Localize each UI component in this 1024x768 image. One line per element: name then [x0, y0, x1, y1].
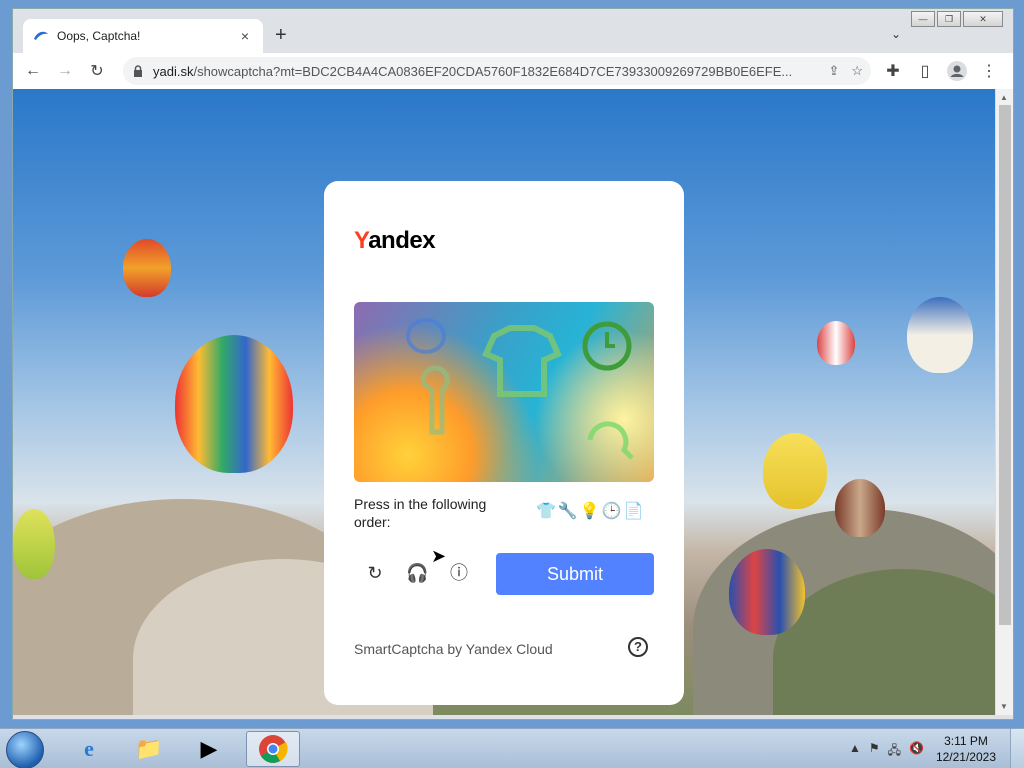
tshirt-icon: 👕 [536, 503, 556, 520]
hot-air-balloon-image [835, 479, 885, 537]
captcha-clock-hands [605, 332, 615, 348]
yandex-logo: Yandex [354, 227, 436, 254]
address-bar[interactable]: yadi.sk/showcaptcha?mt=BDC2CB4A4CA0836EF… [123, 57, 871, 85]
page-content: Yandex Press in the following order: 👕 🔧… [13, 89, 997, 715]
bookmark-star-icon[interactable]: ☆ [851, 63, 863, 79]
show-desktop-button[interactable] [1010, 729, 1024, 768]
hot-air-balloon-image [13, 509, 55, 579]
browser-window: Oops, Captcha! × + ⌄ — ❐ ✕ ← → ↻ yadi.sk… [12, 8, 1014, 720]
browser-toolbar: ← → ↻ yadi.sk/showcaptcha?mt=BDC2CB4A4CA… [13, 53, 1013, 89]
captcha-card: Yandex Press in the following order: 👕 🔧… [324, 181, 684, 705]
captcha-wrench-shape [420, 365, 450, 435]
captcha-actions: ↻ 🎧 ⓘ [364, 562, 470, 584]
url-text: yadi.sk/showcaptcha?mt=BDC2CB4A4CA0836EF… [153, 63, 793, 79]
smartcaptcha-footer: SmartCaptcha by Yandex Cloud [354, 641, 553, 657]
media-player-icon[interactable]: ▶ [182, 731, 236, 767]
title-bar: Oops, Captcha! × + ⌄ — ❐ ✕ [13, 9, 1013, 53]
headphones-audio-icon[interactable]: 🎧 [406, 562, 428, 584]
forward-arrow-icon[interactable]: → [51, 57, 79, 85]
tab-search-chevron-icon[interactable]: ⌄ [891, 27, 901, 41]
side-panel-icon[interactable]: ▯ [911, 57, 939, 85]
scrollbar-thumb[interactable] [999, 105, 1011, 625]
scroll-down-arrow-icon[interactable]: ▼ [1000, 702, 1008, 711]
network-icon[interactable]: 🖧 [888, 741, 901, 762]
captcha-instruction: Press in the following order: [354, 496, 487, 530]
profile-avatar-icon[interactable] [943, 57, 971, 85]
scroll-up-arrow-icon[interactable]: ▲ [1000, 93, 1008, 102]
document-icon: 📄 [623, 503, 644, 520]
yandex-disk-favicon-icon [34, 31, 48, 40]
captcha-tshirt-shape [482, 325, 562, 397]
restore-button[interactable]: ❐ [937, 11, 961, 27]
wrench-icon: 🔧 [557, 503, 578, 520]
volume-muted-icon[interactable]: 🔇 [909, 741, 924, 762]
hot-air-balloon-image [817, 321, 855, 365]
help-question-icon[interactable]: ? [628, 637, 648, 657]
lock-icon [134, 65, 142, 77]
back-arrow-icon[interactable]: ← [19, 57, 47, 85]
chrome-icon[interactable] [246, 731, 300, 767]
tab-close-icon[interactable]: × [237, 28, 253, 44]
menu-kebab-icon[interactable]: ⋮ [975, 57, 1003, 85]
clock-icon: 🕒 [601, 503, 622, 520]
reload-icon[interactable]: ↻ [83, 57, 111, 85]
internet-explorer-icon[interactable]: e [62, 731, 116, 767]
captcha-challenge-image[interactable] [354, 302, 654, 482]
extensions-puzzle-icon[interactable]: ✚ [879, 57, 907, 85]
captcha-lightbulb-shape [587, 421, 634, 460]
hot-air-balloon-image [175, 335, 293, 473]
system-tray: ▲ ⚑ 🖧 🔇 [849, 741, 924, 762]
captcha-shapes [406, 318, 634, 460]
refresh-icon[interactable]: ↻ [364, 562, 386, 584]
file-explorer-icon[interactable]: 📁 [122, 731, 176, 767]
hot-air-balloon-image [763, 433, 827, 509]
close-window-button[interactable]: ✕ [963, 11, 1003, 27]
captcha-lemon-shape [406, 318, 446, 354]
submit-button[interactable]: Submit [496, 553, 654, 595]
minimize-button[interactable]: — [911, 11, 935, 27]
tab-title: Oops, Captcha! [57, 29, 141, 43]
window-controls: — ❐ ✕ [909, 11, 1003, 27]
taskbar-clock[interactable]: 3:11 PM 12/21/2023 [936, 733, 996, 765]
vertical-scrollbar[interactable]: ▲ ▼ [995, 89, 1013, 715]
tab-oops-captcha[interactable]: Oops, Captcha! × [23, 19, 263, 53]
action-center-flag-icon[interactable]: ⚑ [869, 741, 880, 762]
clock-date: 12/21/2023 [935, 750, 996, 764]
hot-air-balloon-image [729, 549, 805, 635]
hot-air-balloon-image [123, 239, 171, 297]
start-button[interactable] [6, 731, 44, 768]
hot-air-balloon-image [907, 297, 973, 373]
info-icon[interactable]: ⓘ [448, 562, 470, 584]
new-tab-button[interactable]: + [275, 25, 287, 45]
share-icon[interactable]: ⇪ [828, 63, 839, 79]
windows-taskbar: e 📁 ▶ ▲ ⚑ 🖧 🔇 3:11 PM 12/21/2023 [0, 728, 1024, 768]
clock-time: 3:11 PM [944, 734, 988, 748]
mouse-cursor-icon: ➤ [431, 546, 447, 566]
show-hidden-icons-chevron-icon[interactable]: ▲ [849, 741, 861, 762]
captcha-order-icons: 👕 🔧 💡 🕒 📄 [536, 503, 644, 521]
lightbulb-icon: 💡 [579, 503, 600, 520]
